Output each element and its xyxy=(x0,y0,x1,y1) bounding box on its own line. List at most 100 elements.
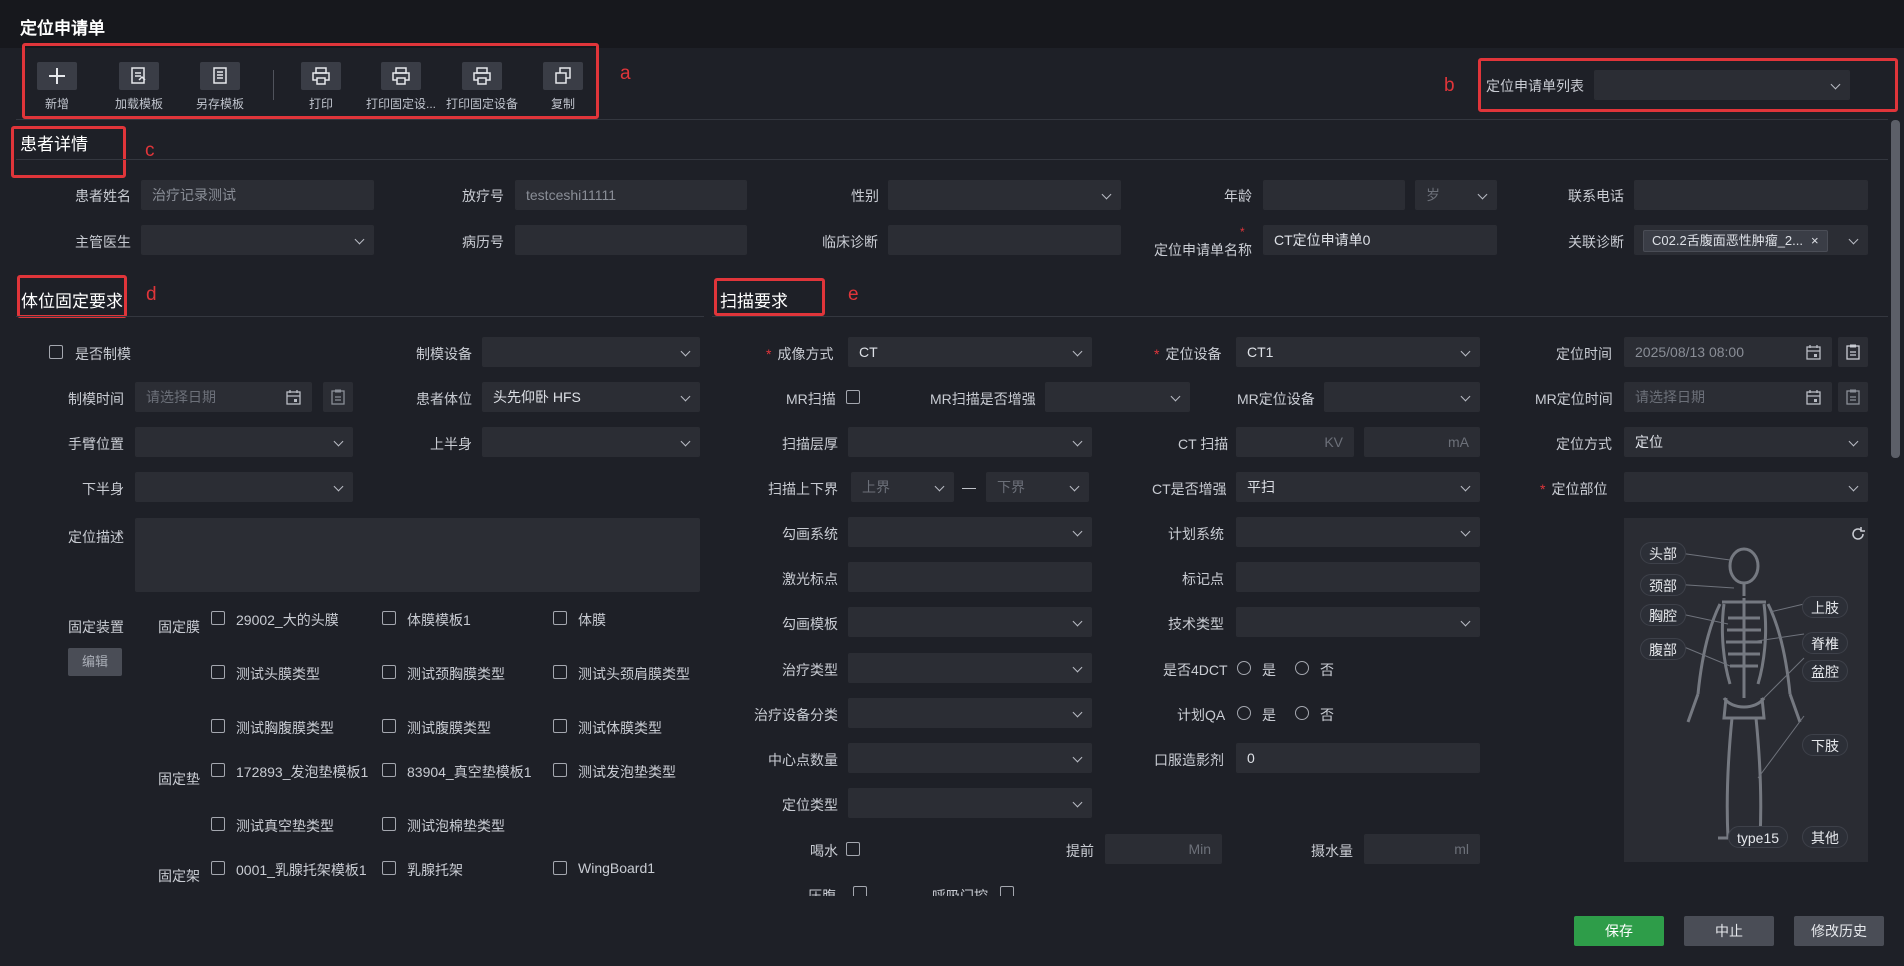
lower-bound-select[interactable]: 下界 xyxy=(986,472,1089,502)
cushion-option: 测试发泡垫类型 xyxy=(578,764,676,780)
loc-site-label: * 定位部位 xyxy=(1540,481,1608,497)
4dct-no-radio[interactable] xyxy=(1295,661,1309,675)
water-intake-input[interactable]: ml xyxy=(1364,834,1480,864)
4dct-yes-radio[interactable] xyxy=(1237,661,1251,675)
frame-checkbox[interactable] xyxy=(211,861,225,875)
membrane-checkbox[interactable] xyxy=(382,665,396,679)
mr-time-picker-button[interactable] xyxy=(1838,382,1868,412)
loc-site-select[interactable] xyxy=(1624,472,1868,502)
laser-mark-input[interactable] xyxy=(848,562,1092,592)
reset-icon[interactable] xyxy=(1850,526,1866,542)
scan-bound-label: 扫描上下界 xyxy=(768,481,838,497)
body-part-upper-limb[interactable]: 上肢 xyxy=(1802,596,1848,618)
cushion-checkbox[interactable] xyxy=(211,763,225,777)
membrane-checkbox[interactable] xyxy=(382,611,396,625)
history-button[interactable]: 修改历史 xyxy=(1794,916,1884,946)
drink-water-checkbox[interactable] xyxy=(846,842,860,856)
membrane-checkbox[interactable] xyxy=(211,719,225,733)
save-button[interactable]: 保存 xyxy=(1574,916,1664,946)
linked-diagnosis-select[interactable]: C02.2舌腹面恶性肿瘤_2... × xyxy=(1634,225,1868,255)
advance-input[interactable]: Min xyxy=(1105,834,1222,864)
upper-body-select[interactable] xyxy=(482,427,700,457)
position-desc-textarea[interactable] xyxy=(135,518,700,592)
clipboard-icon xyxy=(1846,389,1860,405)
loc-time-input[interactable]: 2025/08/13 08:00 xyxy=(1624,337,1832,367)
ct-scan-label: CT 扫描 xyxy=(1178,436,1229,452)
cushion-checkbox[interactable] xyxy=(382,763,396,777)
upper-bound-select[interactable]: 上界 xyxy=(851,472,954,502)
body-part-chest[interactable]: 胸腔 xyxy=(1640,604,1686,626)
body-part-head[interactable]: 头部 xyxy=(1640,542,1686,564)
contour-system-select[interactable] xyxy=(848,517,1092,547)
body-part-spine[interactable]: 脊椎 xyxy=(1802,632,1848,654)
imaging-select[interactable]: CT xyxy=(848,337,1092,367)
tag-close-icon[interactable]: × xyxy=(1811,233,1819,248)
membrane-checkbox[interactable] xyxy=(553,611,567,625)
age-unit-select[interactable]: 岁 xyxy=(1415,180,1497,210)
phone-input[interactable] xyxy=(1634,180,1868,210)
ct-enhance-select[interactable]: 平扫 xyxy=(1236,472,1480,502)
mr-time-input[interactable]: 请选择日期 xyxy=(1624,382,1832,412)
chevron-down-icon xyxy=(1477,189,1488,200)
frame-checkbox[interactable] xyxy=(553,861,567,875)
cushion-checkbox[interactable] xyxy=(382,817,396,831)
doctor-select[interactable] xyxy=(141,225,374,255)
center-count-select[interactable] xyxy=(848,743,1092,773)
cushion-option: 测试泡棉垫类型 xyxy=(407,818,505,834)
membrane-checkbox[interactable] xyxy=(211,665,225,679)
body-part-pelvis[interactable]: 盆腔 xyxy=(1802,660,1848,682)
stop-button[interactable]: 中止 xyxy=(1684,916,1774,946)
lower-body-select[interactable] xyxy=(135,472,353,502)
loc-type-select[interactable] xyxy=(848,788,1092,818)
treatment-device-select[interactable] xyxy=(848,698,1092,728)
qa-no-radio[interactable] xyxy=(1295,706,1309,720)
patient-name-field[interactable]: 治疗记录测试 xyxy=(141,180,374,210)
loc-method-select[interactable]: 定位 xyxy=(1624,427,1868,457)
body-map[interactable]: 头部 颈部 胸腔 腹部 上肢 脊椎 盆腔 下肢 type15 其他 xyxy=(1624,518,1868,862)
mold-time-picker-button[interactable] xyxy=(323,382,353,412)
mold-checkbox[interactable] xyxy=(49,345,63,359)
arm-position-label: 手臂位置 xyxy=(68,436,124,452)
membrane-checkbox[interactable] xyxy=(553,719,567,733)
body-part-type15[interactable]: type15 xyxy=(1728,826,1789,848)
rt-no-field[interactable]: testceshi11111 xyxy=(515,180,747,210)
mr-enhance-select[interactable] xyxy=(1045,382,1190,412)
body-part-lower-limb[interactable]: 下肢 xyxy=(1802,734,1848,756)
body-part-other[interactable]: 其他 xyxy=(1802,826,1848,848)
age-input[interactable] xyxy=(1263,180,1405,210)
edit-button[interactable]: 编辑 xyxy=(68,648,122,676)
mark-point-input[interactable] xyxy=(1236,562,1480,592)
arm-position-select[interactable] xyxy=(135,427,353,457)
membrane-checkbox[interactable] xyxy=(211,611,225,625)
ct-kv-input[interactable]: KV xyxy=(1236,427,1354,457)
membrane-checkbox[interactable] xyxy=(553,665,567,679)
layer-thickness-select[interactable] xyxy=(848,427,1092,457)
ct-ma-input[interactable]: mA xyxy=(1364,427,1480,457)
loc-time-picker-button[interactable] xyxy=(1838,337,1868,367)
mr-device-label: MR定位设备 xyxy=(1237,391,1315,407)
mold-device-select[interactable] xyxy=(482,337,700,367)
tech-type-select[interactable] xyxy=(1236,607,1480,637)
oral-contrast-input[interactable]: 0 xyxy=(1236,743,1480,773)
treatment-type-select[interactable] xyxy=(848,653,1092,683)
contour-template-select[interactable] xyxy=(848,607,1092,637)
frame-checkbox[interactable] xyxy=(382,861,396,875)
mr-scan-checkbox[interactable] xyxy=(846,390,860,404)
plan-system-select[interactable] xyxy=(1236,517,1480,547)
body-part-neck[interactable]: 颈部 xyxy=(1640,574,1686,596)
body-part-abdomen[interactable]: 腹部 xyxy=(1640,638,1686,660)
posture-select[interactable]: 头先仰卧 HFS xyxy=(482,382,700,412)
clinical-diagnosis-input[interactable] xyxy=(888,225,1121,255)
vertical-scrollbar[interactable] xyxy=(1891,120,1900,458)
gender-select[interactable] xyxy=(888,180,1121,210)
cushion-checkbox[interactable] xyxy=(211,817,225,831)
qa-yes-radio[interactable] xyxy=(1237,706,1251,720)
loc-device-select[interactable]: CT1 xyxy=(1236,337,1480,367)
membrane-checkbox[interactable] xyxy=(382,719,396,733)
record-no-input[interactable] xyxy=(515,225,747,255)
request-name-input[interactable]: CT定位申请单0 xyxy=(1263,225,1497,255)
cushion-checkbox[interactable] xyxy=(553,763,567,777)
mr-scan-label: MR扫描 xyxy=(786,391,836,407)
mold-time-input[interactable]: 请选择日期 xyxy=(135,382,312,412)
mr-device-select[interactable] xyxy=(1324,382,1480,412)
